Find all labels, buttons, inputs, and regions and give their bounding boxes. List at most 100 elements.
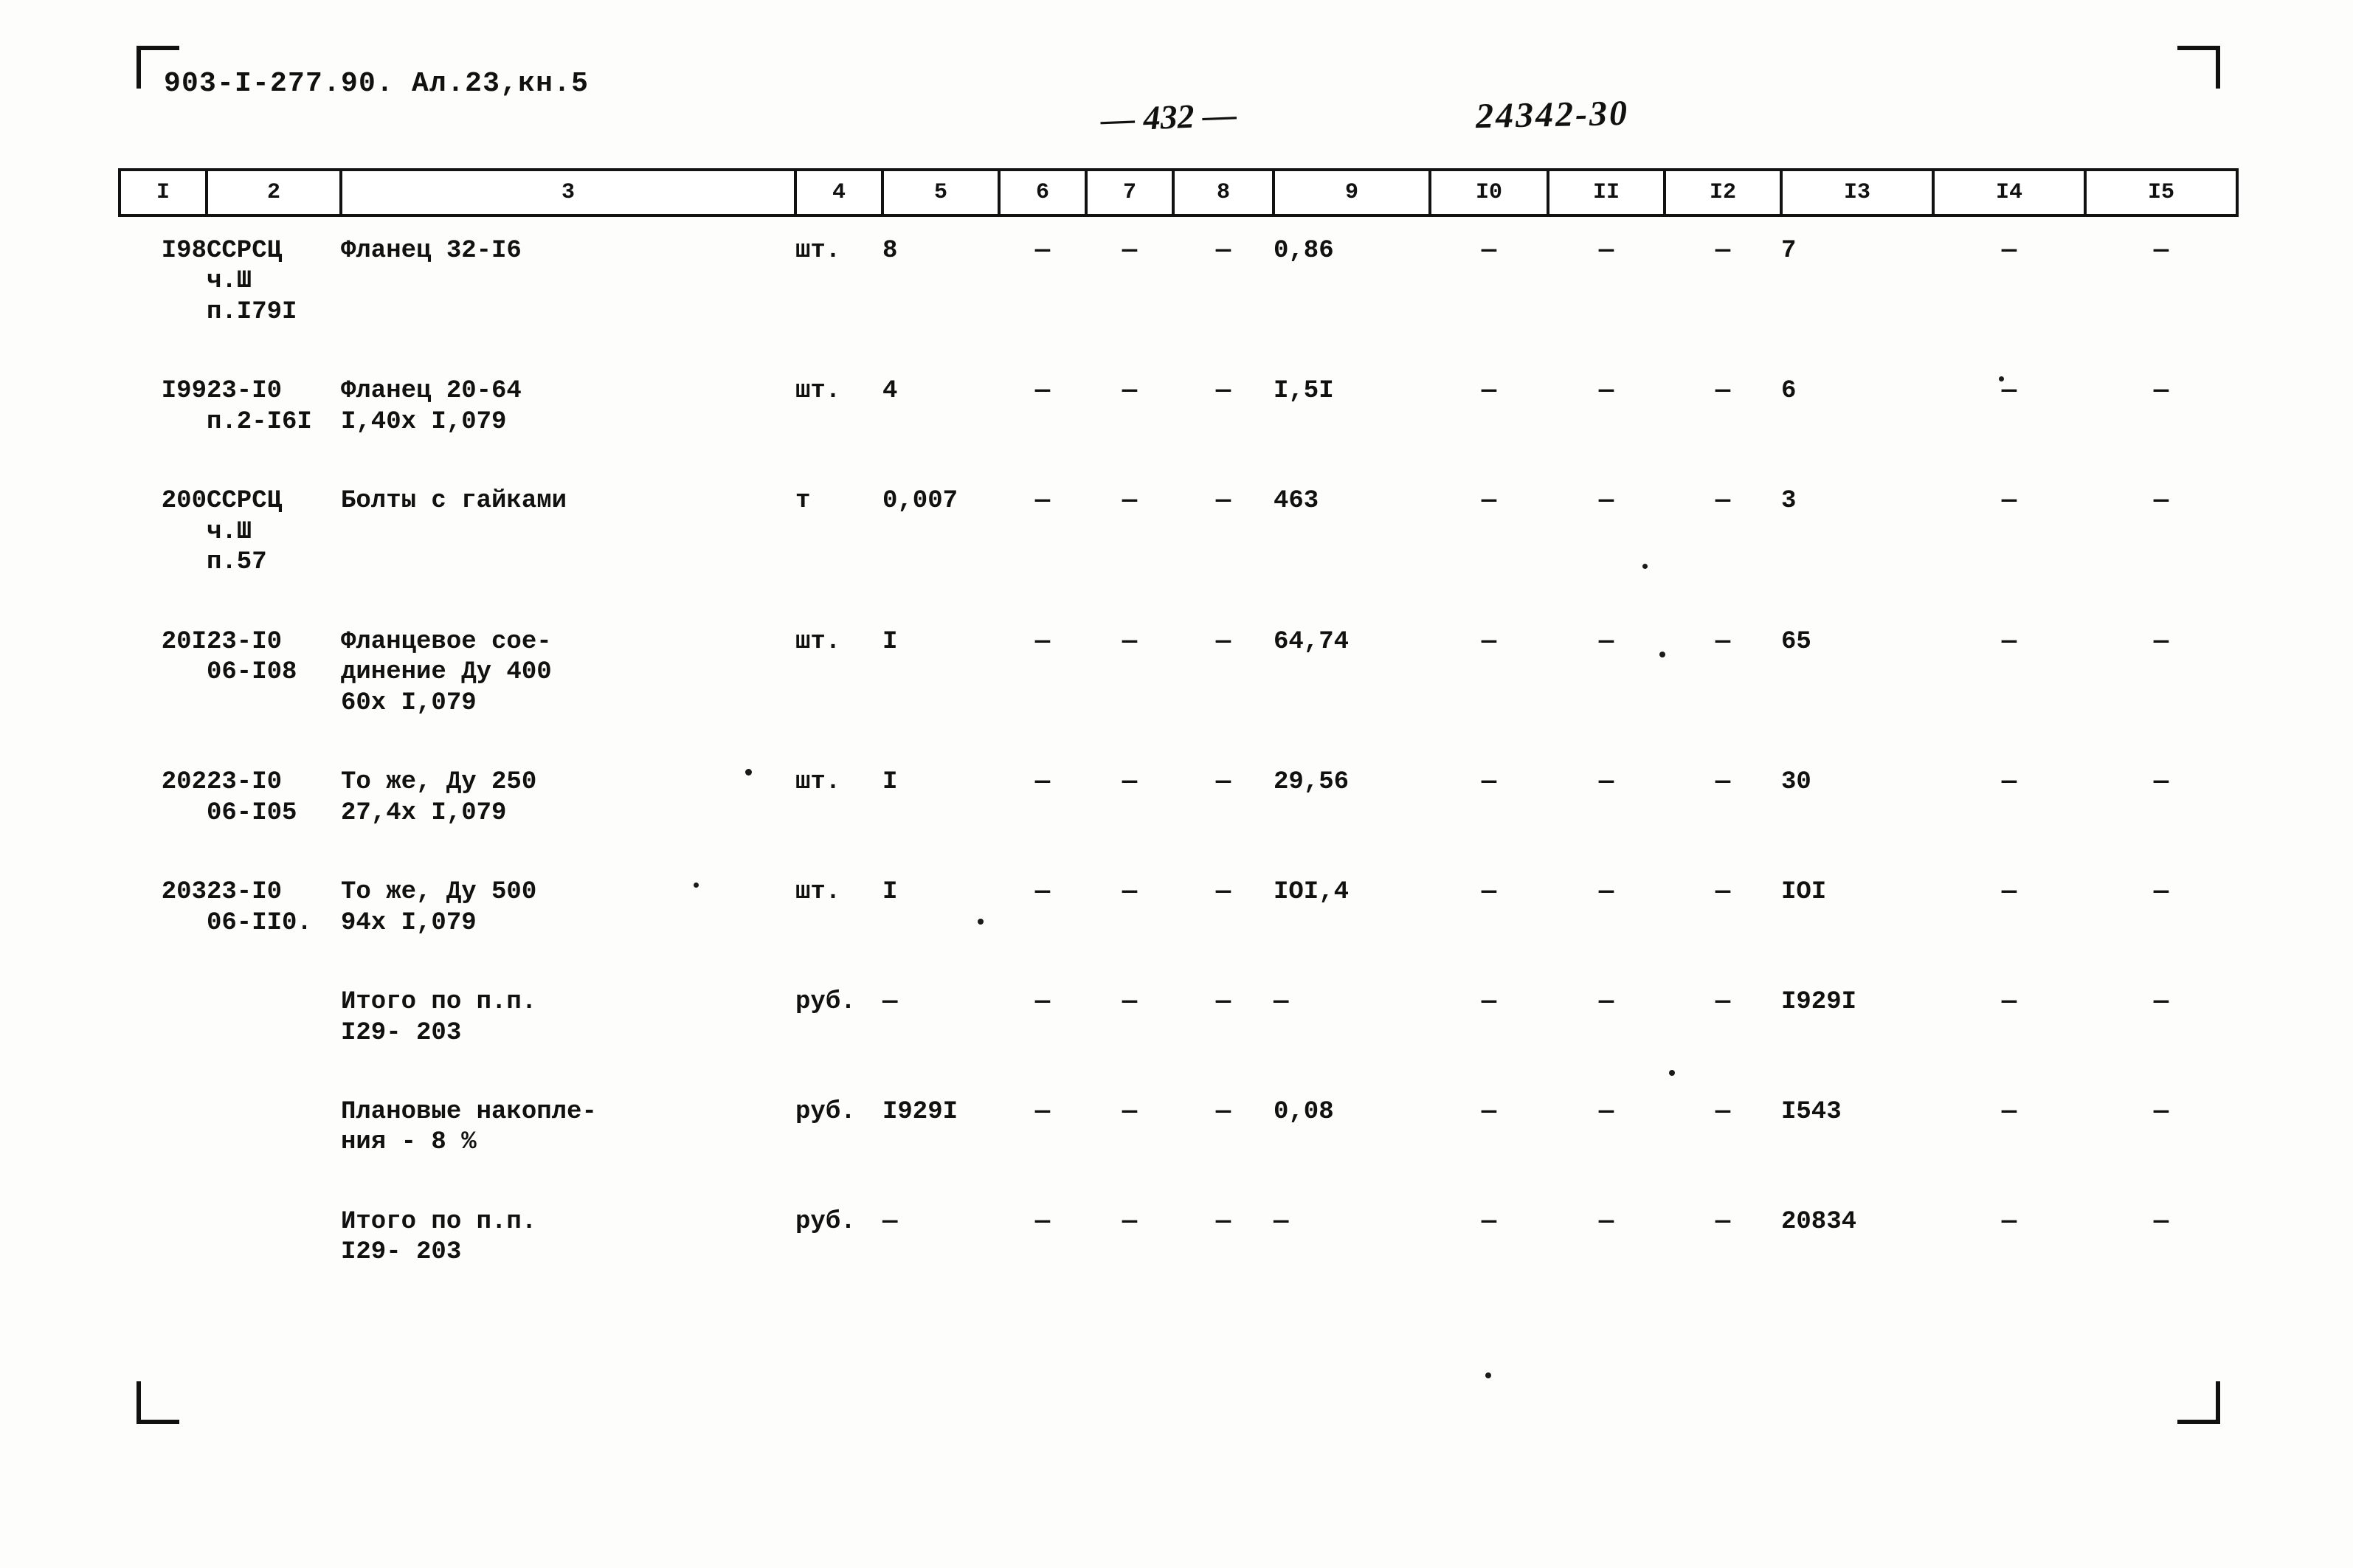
row-position: 202 xyxy=(161,768,207,797)
row-code: ССРСЦ ч.Ш п.57 xyxy=(207,487,283,577)
scan-speck xyxy=(1485,1372,1491,1378)
row-col-12: — xyxy=(1715,1097,1731,1126)
crop-mark-bottom-right xyxy=(2177,1381,2220,1424)
row-col-10: — xyxy=(1481,988,1497,1017)
row-col-14: — xyxy=(2001,487,2017,516)
row-position xyxy=(120,1078,207,1158)
row-position: 20I xyxy=(161,627,207,656)
row-spacer-cell xyxy=(120,939,2237,968)
row-col-14: — xyxy=(2001,768,2017,797)
row-name: То же, Ду 500 94x I,079 xyxy=(341,878,537,937)
row-spacer xyxy=(120,1158,2237,1188)
row-col-13: 3 xyxy=(1781,487,1797,516)
row-col-7: — xyxy=(1122,237,1138,265)
row-name: Фланцевое сое- динение Ду 400 60x I,079 xyxy=(341,627,552,717)
row-col-8: — xyxy=(1215,627,1231,656)
row-col-8: — xyxy=(1215,377,1231,406)
row-col-10: — xyxy=(1481,377,1497,406)
page-number: — 432 — xyxy=(1100,95,1237,139)
document-code: 903-I-277.90. Ал.23,кн.5 xyxy=(164,68,590,100)
row-col-15: — xyxy=(2153,1207,2169,1236)
row-col-6: — xyxy=(1034,627,1051,656)
row-col-9: 0,08 xyxy=(1274,1097,1334,1126)
row-col-11: — xyxy=(1598,878,1614,907)
row-col-15: — xyxy=(2153,988,2169,1017)
row-col-7: — xyxy=(1122,878,1138,907)
row-name: Итого по п.п. I29- 203 xyxy=(341,988,537,1047)
row-col-5: I xyxy=(882,627,898,656)
row-col-6: — xyxy=(1034,1097,1051,1126)
row-col-13: 20834 xyxy=(1781,1207,1857,1236)
row-col-15: — xyxy=(2153,377,2169,406)
row-unit: шт. xyxy=(795,878,841,907)
row-col-14: — xyxy=(2001,1207,2017,1236)
row-col-9: 463 xyxy=(1274,487,1319,516)
row-col-6: — xyxy=(1034,377,1051,406)
scanned-page: 903-I-277.90. Ал.23,кн.5 — 432 — 24342-3… xyxy=(0,0,2353,1568)
row-col-13: IOI xyxy=(1781,878,1827,907)
row-name: Фланец 20-64 I,40x I,079 xyxy=(341,377,522,436)
row-col-14: — xyxy=(2001,377,2017,406)
row-col-12: — xyxy=(1715,487,1731,516)
row-col-10: — xyxy=(1481,1207,1497,1236)
row-col-8: — xyxy=(1215,237,1231,265)
row-col-7: — xyxy=(1122,377,1138,406)
archive-stamp-number: 24342-30 xyxy=(1475,93,1630,137)
row-col-5: I xyxy=(882,878,898,907)
row-col-10: — xyxy=(1481,627,1497,656)
column-header-1: I xyxy=(118,168,208,217)
row-col-8: — xyxy=(1215,1097,1231,1126)
row-col-12: — xyxy=(1715,1207,1731,1236)
row-col-10: — xyxy=(1481,768,1497,797)
row-unit: руб. xyxy=(795,988,856,1017)
row-unit: шт. xyxy=(795,768,841,797)
column-header-13: I3 xyxy=(1780,168,1935,217)
row-col-12: — xyxy=(1715,377,1731,406)
row-col-11: — xyxy=(1598,487,1614,516)
row-spacer xyxy=(120,328,2237,357)
row-position xyxy=(120,968,207,1049)
row-code: 23-I0 06-I05 xyxy=(207,768,297,827)
row-col-5: — xyxy=(882,988,898,1017)
table-row: Итого по п.п. I29- 203 руб. — — — — — — — — I929I —… xyxy=(120,968,2237,1049)
row-name: Плановые накопле- ния - 8 % xyxy=(341,1097,597,1157)
row-spacer-cell xyxy=(120,438,2237,467)
row-spacer-cell xyxy=(120,719,2237,748)
row-col-15: — xyxy=(2153,1097,2169,1126)
row-name: Фланец 32-I6 xyxy=(341,237,522,265)
row-col-7: — xyxy=(1122,988,1138,1017)
row-col-10: — xyxy=(1481,237,1497,265)
row-col-8: — xyxy=(1215,768,1231,797)
row-col-5: I xyxy=(882,768,898,797)
column-header-7: 7 xyxy=(1085,168,1175,217)
row-col-5: I929I xyxy=(882,1097,958,1126)
table-row: Плановые накопле- ния - 8 % руб. I929I — — — 0… xyxy=(120,1078,2237,1158)
row-col-5: 0,007 xyxy=(882,487,958,516)
row-code: 23-I0 06-I08 xyxy=(207,627,297,687)
row-col-12: — xyxy=(1715,237,1731,265)
row-col-6: — xyxy=(1034,237,1051,265)
row-col-9: 0,86 xyxy=(1274,237,1334,265)
row-col-12: — xyxy=(1715,768,1731,797)
row-position: I99 xyxy=(161,377,207,406)
row-col-7: — xyxy=(1122,487,1138,516)
row-col-9: 29,56 xyxy=(1274,768,1350,797)
row-col-15: — xyxy=(2153,237,2169,265)
row-col-5: 8 xyxy=(882,237,898,265)
row-unit: т xyxy=(795,487,811,516)
column-header-6: 6 xyxy=(998,168,1088,217)
column-header-10: I0 xyxy=(1428,168,1549,217)
row-col-11: — xyxy=(1598,237,1614,265)
row-col-6: — xyxy=(1034,487,1051,516)
row-name: То же, Ду 250 27,4x I,079 xyxy=(341,768,537,827)
specification-table-wrapper: I 2 3 4 5 6 7 8 9 I0 II I2 I3 I4 I5 I98 … xyxy=(118,168,2239,1268)
row-col-5: 4 xyxy=(882,377,898,406)
row-code: 23-I0 06-II0. xyxy=(207,878,312,937)
row-col-9: I,5I xyxy=(1274,377,1334,406)
row-col-11: — xyxy=(1598,988,1614,1017)
row-col-7: — xyxy=(1122,627,1138,656)
column-header-11: II xyxy=(1547,168,1666,217)
row-col-11: — xyxy=(1598,377,1614,406)
row-col-10: — xyxy=(1481,878,1497,907)
column-header-9: 9 xyxy=(1272,168,1431,217)
